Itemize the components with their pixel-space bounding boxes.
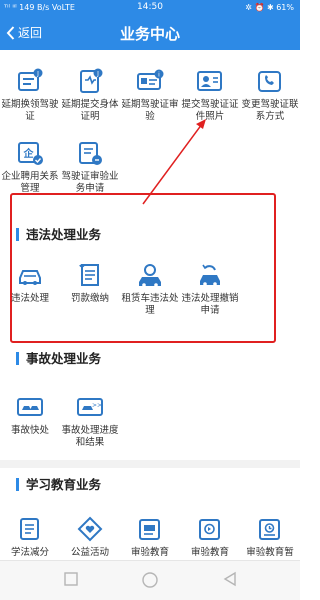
svg-text:>>: >> xyxy=(92,402,102,409)
quick-accident-icon xyxy=(15,394,45,420)
car-violation-label: 违法处理 xyxy=(10,293,49,304)
charity-icon xyxy=(75,516,105,542)
car-violation-icon xyxy=(15,262,45,288)
square-icon xyxy=(64,572,78,586)
system-nav-bar xyxy=(0,560,300,600)
audit-edu-2-icon xyxy=(195,516,225,542)
nav-back-button[interactable] xyxy=(222,571,238,591)
audit-edu-2-label: 审验教育 xyxy=(190,547,229,558)
annotation-arrow xyxy=(142,119,206,205)
fine-scroll-label: 罚款缴纳 xyxy=(70,293,109,304)
fine-scroll-icon xyxy=(75,262,105,288)
audit-edu-3-icon xyxy=(255,516,285,542)
rental-car-item[interactable]: 租赁车违法处理 xyxy=(120,262,180,317)
revoke-icon xyxy=(195,262,225,288)
audit-edu-label: 审验教育 xyxy=(130,547,169,558)
triangle-back-icon xyxy=(223,571,236,587)
audit-edu-icon xyxy=(135,516,165,542)
study-item[interactable]: 学法减分 xyxy=(0,516,60,559)
charity-label: 公益活动 xyxy=(70,547,109,558)
quick-accident-label: 事故快处 xyxy=(10,425,49,436)
revoke-label: 违法处理撤销申请 xyxy=(181,293,239,316)
section-divider xyxy=(0,460,300,468)
rental-car-label: 租赁车违法处理 xyxy=(121,293,179,316)
revoke-item[interactable]: 违法处理撤销申请 xyxy=(180,262,240,317)
car-violation-item[interactable]: 违法处理 xyxy=(0,262,60,305)
rental-car-icon xyxy=(135,262,165,288)
circle-icon xyxy=(142,572,158,588)
quick-accident-item[interactable]: 事故快处 xyxy=(0,394,60,437)
audit-edu-2-item[interactable]: 审验教育 xyxy=(180,516,240,559)
audit-edu-3-item[interactable]: 审验教育暂 xyxy=(240,516,300,559)
audit-edu-item[interactable]: 审验教育 xyxy=(120,516,180,559)
charity-item[interactable]: 公益活动 xyxy=(60,516,120,559)
fine-scroll-item[interactable]: 罚款缴纳 xyxy=(60,262,120,305)
audit-edu-3-label: 审验教育暂 xyxy=(246,547,294,558)
violation-section-title: 违法处理业务 xyxy=(16,228,101,241)
study-label: 学法减分 xyxy=(10,547,49,558)
accident-section-title: 事故处理业务 xyxy=(16,352,101,365)
home-button[interactable] xyxy=(141,571,159,593)
accident-progress-icon: >> xyxy=(75,394,105,420)
accident-progress-label: 事故处理进度和结果 xyxy=(61,425,119,448)
recent-apps-button[interactable] xyxy=(63,571,79,591)
education-section-title: 学习教育业务 xyxy=(16,478,101,491)
accident-progress-item[interactable]: >> 事故处理进度和结果 xyxy=(60,394,120,449)
study-icon xyxy=(15,516,45,542)
